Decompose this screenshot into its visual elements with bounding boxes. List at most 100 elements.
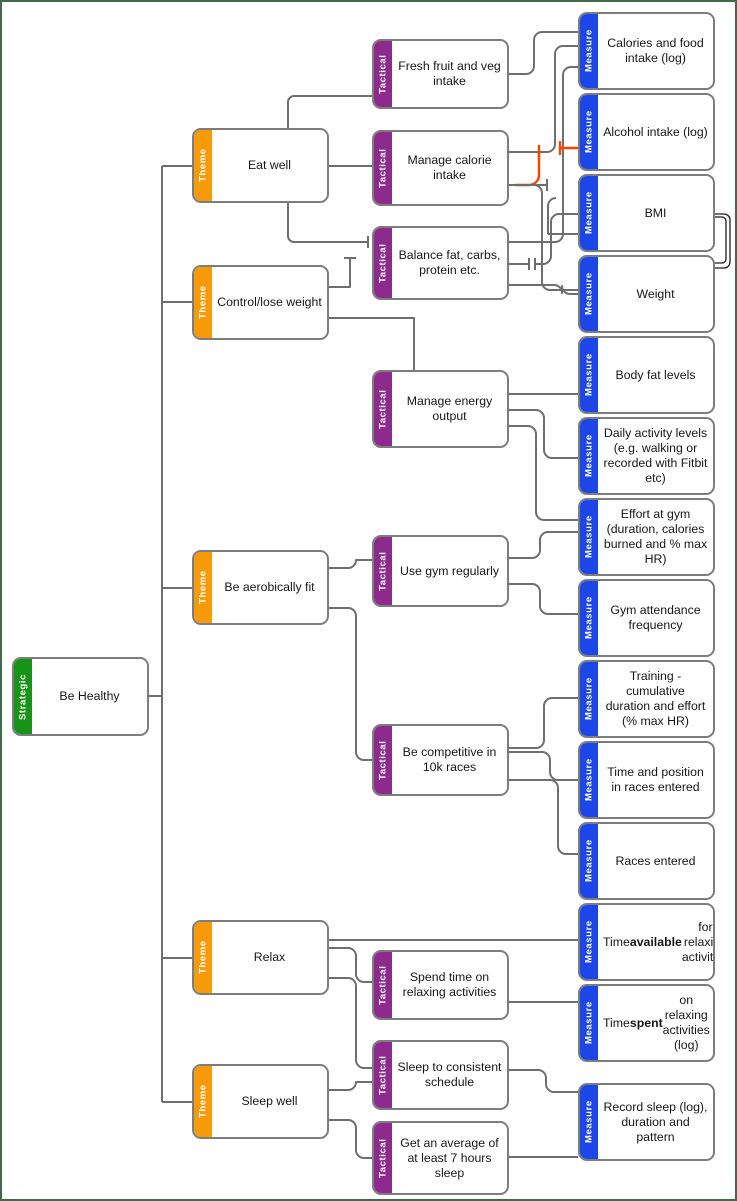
node-average-7-hours-sleep[interactable]: Tactical Get an average of at least 7 ho… <box>372 1121 509 1195</box>
node-level-tag-tactical: Tactical <box>374 228 392 298</box>
node-sleep-consistent-schedule[interactable]: Tactical Sleep to consistent schedule <box>372 1040 509 1110</box>
node-daily-activity-levels[interactable]: Measure Daily activity levels (e.g. walk… <box>578 417 715 495</box>
link-10k-timepos-2 <box>509 756 578 780</box>
node-label: Manage energy output <box>406 394 493 423</box>
node-level-tag-theme: Theme <box>194 552 212 623</box>
node-label: Get an average of at least 7 hours sleep <box>400 1135 499 1180</box>
node-label: Be competitive in 10k races <box>402 745 497 774</box>
node-level-tag-measure: Measure <box>580 338 598 412</box>
node-label: Sleep to consistent schedule <box>397 1060 502 1089</box>
node-alcohol-intake[interactable]: Measure Alcohol intake (log) <box>578 93 715 171</box>
node-use-gym-regularly[interactable]: Tactical Use gym regularly <box>372 535 509 607</box>
node-label: Be aerobically fit <box>224 580 315 594</box>
link-10k-timepos-4 <box>509 751 578 781</box>
node-control-lose-weight[interactable]: Theme Control/lose weight <box>192 265 329 340</box>
node-level-tag-tactical: Tactical <box>374 1123 392 1193</box>
node-level-tag-measure: Measure <box>580 662 598 736</box>
node-label: Eat well <box>247 158 292 172</box>
node-label: BMI <box>644 205 667 220</box>
node-label: Manage calorie intake <box>407 153 492 182</box>
node-label: Use gym regularly <box>399 563 500 578</box>
link-eatwell-balance <box>287 203 368 243</box>
node-level-tag-tactical: Tactical <box>374 952 392 1018</box>
node-level-tag-measure: Measure <box>580 581 598 655</box>
node-level-tag-theme: Theme <box>194 130 212 201</box>
node-label: Effort at gym (duration, calories burned… <box>603 507 708 566</box>
node-level-tag-tactical: Tactical <box>374 41 392 107</box>
node-level-tag-measure: Measure <box>580 176 598 250</box>
node-level-tag-theme: Theme <box>194 1066 212 1137</box>
link-calorie-alcohol-hl <box>509 152 538 162</box>
node-effort-at-gym[interactable]: Measure Effort at gym (duration, calorie… <box>578 498 715 576</box>
node-level-tag-measure: Measure <box>580 95 598 169</box>
node-level-tag-measure: Measure <box>580 824 598 898</box>
strategy-map-canvas: Strategic Be Healthy Theme Eat well Them… <box>0 0 737 1201</box>
link-10k-races-2 <box>509 779 578 855</box>
node-level-tag-theme: Theme <box>194 267 212 338</box>
link-sleepsched-record <box>509 1069 578 1093</box>
node-level-tag-measure: Measure <box>580 1085 598 1159</box>
link-relax-spend <box>329 947 372 983</box>
link-10k-timepos <box>509 756 578 788</box>
link-gym-effort <box>509 531 578 559</box>
node-time-position-races[interactable]: Measure Time and position in races enter… <box>578 741 715 819</box>
node-record-sleep[interactable]: Measure Record sleep (log), duration and… <box>578 1083 715 1161</box>
node-balance-macros[interactable]: Tactical Balance fat, carbs, protein etc… <box>372 226 509 300</box>
highlight-link-calorie-alcohol <box>515 152 541 187</box>
node-label: Daily activity levels (e.g. walking or r… <box>603 426 708 485</box>
link-calorie-weight <box>509 184 578 291</box>
node-level-tag-measure: Measure <box>580 14 598 88</box>
node-be-competitive-10k[interactable]: Tactical Be competitive in 10k races <box>372 724 509 796</box>
node-level-tag-measure: Measure <box>580 743 598 817</box>
node-relax[interactable]: Theme Relax <box>192 920 329 995</box>
node-label: Be Healthy <box>59 689 120 703</box>
node-calories-food-intake[interactable]: Measure Calories and food intake (log) <box>578 12 715 90</box>
link-gym-attendance <box>509 583 578 615</box>
node-level-tag-tactical: Tactical <box>374 372 392 446</box>
node-time-spent-relaxing[interactable]: Measure Time spent on relaxing activitie… <box>578 984 715 1062</box>
node-be-aerobically-fit[interactable]: Theme Be aerobically fit <box>192 550 329 625</box>
node-spend-time-relaxing[interactable]: Tactical Spend time on relaxing activiti… <box>372 950 509 1020</box>
node-body-fat-levels[interactable]: Measure Body fat levels <box>578 336 715 414</box>
node-label: Time and position in races entered <box>607 765 704 794</box>
link-aerobic-10k <box>329 607 372 761</box>
node-label: Races entered <box>615 853 696 868</box>
link-control-balance-2 <box>329 258 351 288</box>
node-label: Control/lose weight <box>217 295 322 309</box>
node-label: Spend time on relaxing activities <box>402 970 497 999</box>
node-manage-energy-output[interactable]: Tactical Manage energy output <box>372 370 509 448</box>
node-label: Balance fat, carbs, protein etc. <box>398 248 501 277</box>
node-weight[interactable]: Measure Weight <box>578 255 715 333</box>
link-calorie-calories <box>509 45 578 153</box>
node-label: Time available for relaxing activities <box>603 919 714 964</box>
node-label: Gym attendance frequency <box>610 603 701 632</box>
node-label: Record sleep (log), duration and pattern <box>603 1099 708 1144</box>
node-training-cumulative[interactable]: Measure Training - cumulative duration a… <box>578 660 715 738</box>
link-relax-sleepsched <box>329 977 372 1069</box>
node-gym-attendance-frequency[interactable]: Measure Gym attendance frequency <box>578 579 715 657</box>
link-aerobic-gym-2 <box>329 559 372 569</box>
bracket-bmi-weight-inner <box>714 216 727 264</box>
link-10k-training <box>509 697 578 749</box>
node-level-tag-measure: Measure <box>580 986 598 1060</box>
node-be-healthy[interactable]: Strategic Be Healthy <box>12 657 149 736</box>
link-alcohol-down <box>547 197 557 207</box>
node-eat-well[interactable]: Theme Eat well <box>192 128 329 203</box>
node-time-available-relaxing[interactable]: Measure Time available for relaxing acti… <box>578 903 715 981</box>
node-level-tag-tactical: Tactical <box>374 726 392 794</box>
link-energy-activity <box>509 409 578 459</box>
node-label: Calories and food intake (log) <box>607 36 704 65</box>
link-eatwell-fresh <box>287 95 372 128</box>
node-level-tag-tactical: Tactical <box>374 537 392 605</box>
link-sleepwell-sleepsched <box>329 1081 372 1091</box>
node-fresh-fruit-veg[interactable]: Tactical Fresh fruit and veg intake <box>372 39 509 109</box>
node-level-tag-measure: Measure <box>580 419 598 493</box>
bracket-bmi-weight <box>714 213 731 269</box>
node-sleep-well[interactable]: Theme Sleep well <box>192 1064 329 1139</box>
node-manage-calorie-intake[interactable]: Tactical Manage calorie intake <box>372 130 509 206</box>
link-10k-available-2 <box>509 792 580 932</box>
node-races-entered[interactable]: Measure Races entered <box>578 822 715 900</box>
node-bmi[interactable]: Measure BMI <box>578 174 715 252</box>
node-level-tag-measure: Measure <box>580 257 598 331</box>
node-label: Body fat levels <box>615 367 696 382</box>
